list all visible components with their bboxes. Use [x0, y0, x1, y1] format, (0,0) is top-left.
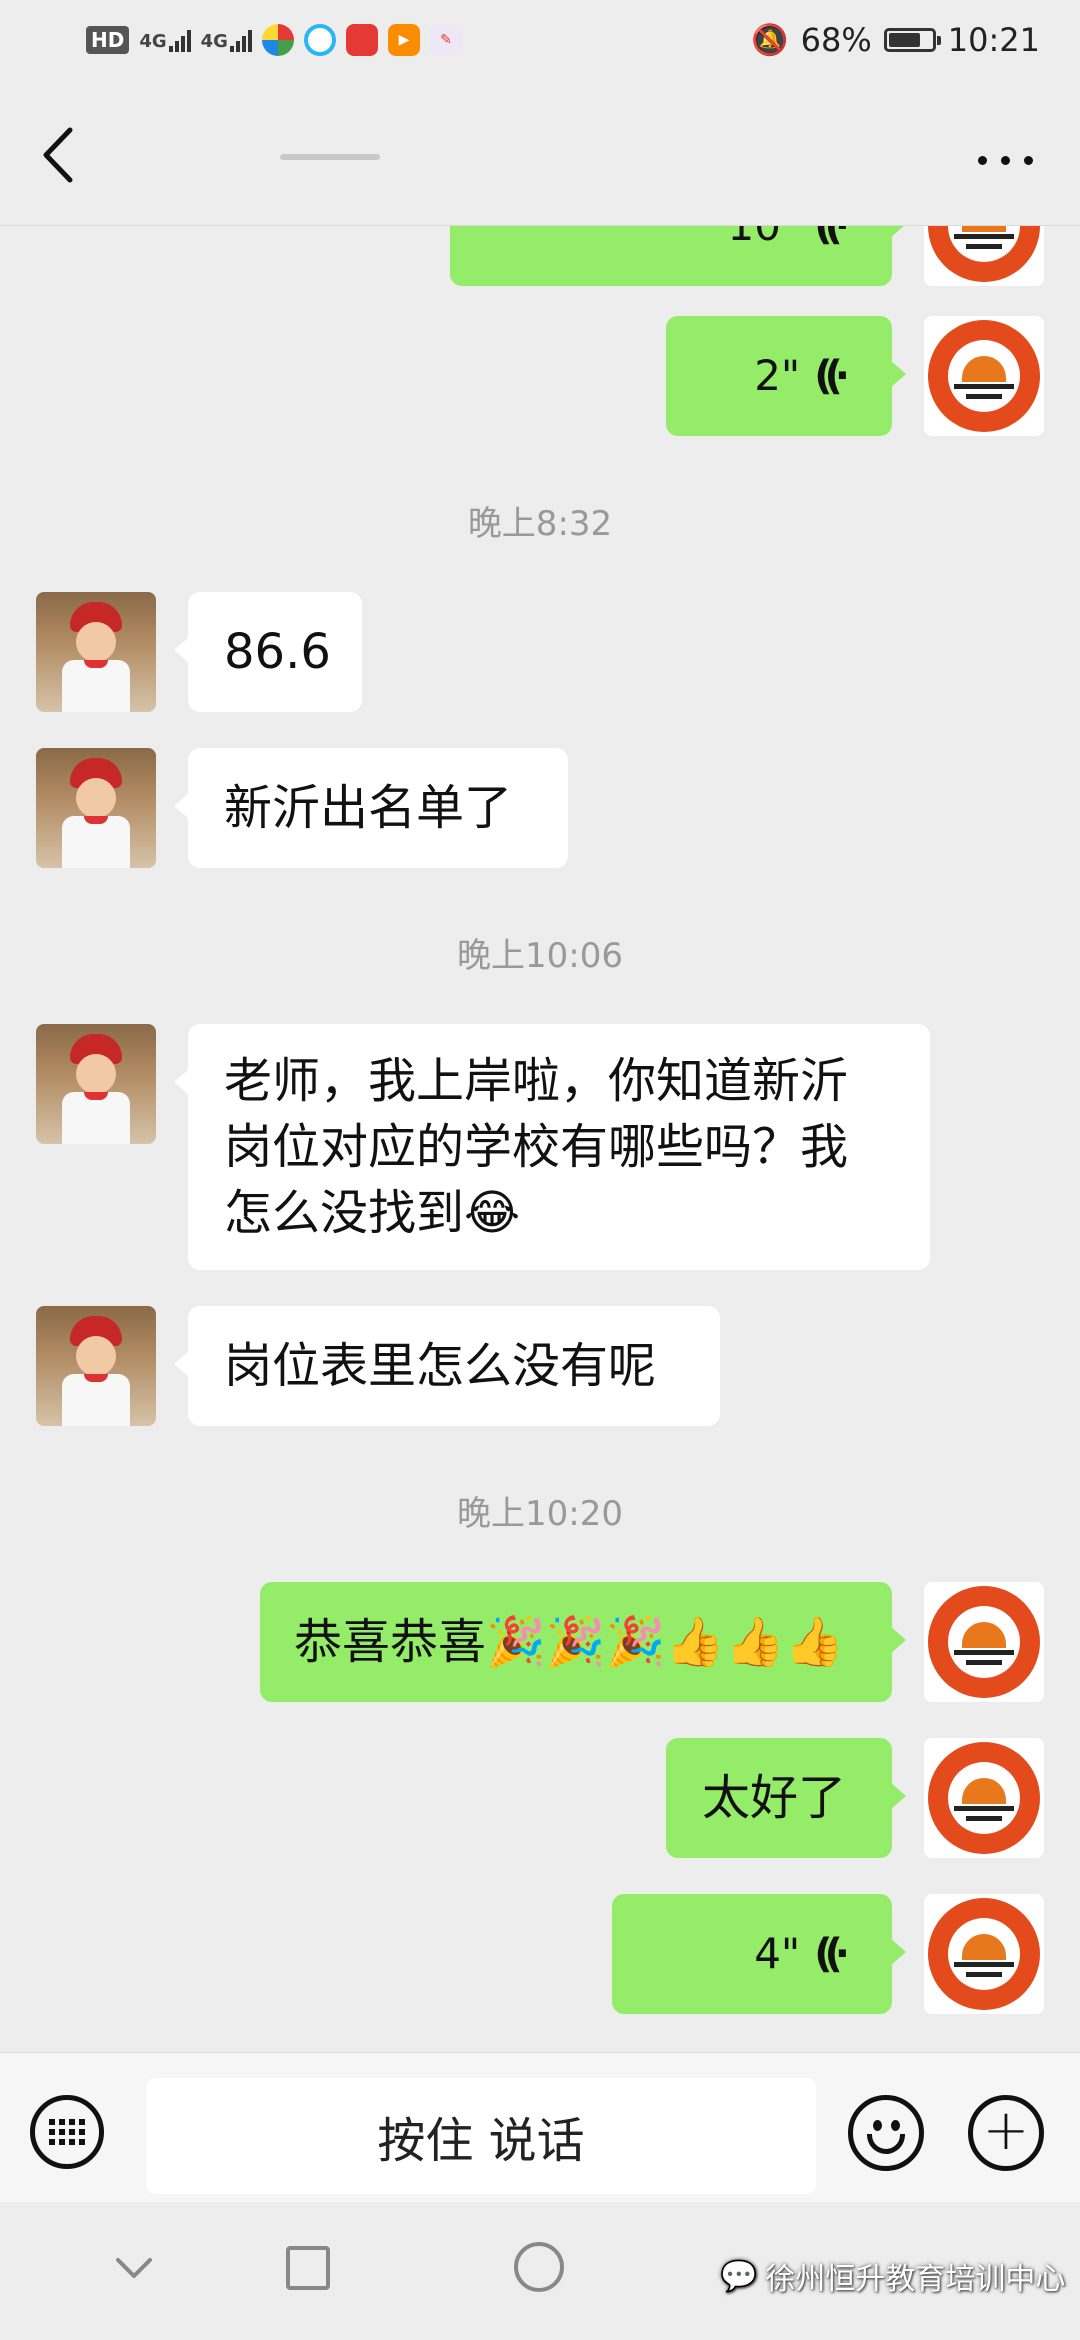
message-text: 86.6 — [0, 592, 1080, 712]
nav-back-icon[interactable] — [112, 2246, 156, 2290]
more-dot — [1000, 155, 1010, 165]
avatar-self[interactable] — [924, 1738, 1044, 1858]
voice-bubble[interactable]: 10" ((· — [450, 226, 906, 286]
avatar-self[interactable] — [924, 1894, 1044, 2014]
voice-duration: 2" — [754, 351, 801, 400]
network-type-label: 4G — [200, 31, 228, 52]
signal-bars-icon — [229, 28, 252, 52]
timestamp: 晚上10:20 — [457, 1494, 623, 1534]
hd-badge: HD — [86, 26, 130, 54]
system-nav-bar: 💬 徐州恒升教育培训中心 — [0, 2202, 1080, 2340]
more-button[interactable] — [970, 140, 1040, 180]
signal-4g-2: 4G — [201, 28, 252, 52]
message-voice-1: 2" ((· — [0, 316, 1080, 436]
huawei-app-icon — [345, 24, 378, 56]
message-text: 恭喜恭喜🎉🎉🎉👍👍👍 — [0, 1582, 1080, 1702]
wechat-icon: 💬 — [720, 2258, 758, 2294]
keyboard-toggle-button[interactable] — [30, 2095, 104, 2169]
voice-duration: 4" — [754, 1929, 801, 1978]
watermark: 💬 徐州恒升教育培训中心 — [720, 2254, 1065, 2298]
more-dot — [1023, 155, 1033, 165]
text-bubble[interactable]: 新沂出名单了 — [174, 748, 568, 868]
status-right: 🔕 68% 10:21 — [751, 18, 1040, 62]
smiley-mouth — [867, 2134, 905, 2154]
status-bar: HD 4G 4G ▶ ✎ 🔕 68% 10:21 — [0, 0, 1080, 80]
more-actions-button[interactable]: + — [968, 2095, 1044, 2171]
mute-bell-icon: 🔕 — [751, 22, 789, 58]
signal-4g-1: 4G — [139, 28, 191, 52]
text-bubble[interactable]: 恭喜恭喜🎉🎉🎉👍👍👍 — [260, 1582, 906, 1702]
battery-percent: 68% — [800, 21, 872, 59]
chat-title-redacted — [180, 140, 780, 170]
message-text: 新沂出名单了 — [0, 748, 1080, 868]
video-app-icon: ▶ — [387, 24, 420, 56]
avatar-contact[interactable] — [36, 1306, 156, 1426]
timestamp: 晚上8:32 — [467, 504, 613, 544]
clock: 10:21 — [947, 21, 1040, 59]
emoji-button[interactable] — [848, 2095, 924, 2171]
hold-to-talk-button[interactable]: 按住 说话 — [146, 2078, 816, 2194]
nav-square-icon[interactable] — [286, 2246, 330, 2290]
avatar-contact[interactable] — [36, 748, 156, 868]
voice-wave-icon: ((· — [814, 353, 850, 399]
avatar-self[interactable] — [924, 316, 1044, 436]
voice-wave-icon: ((· — [814, 226, 850, 249]
feather-app-icon: ✎ — [429, 24, 462, 56]
text-bubble[interactable]: 岗位表里怎么没有呢 — [174, 1306, 720, 1426]
avatar-contact[interactable] — [36, 1024, 156, 1144]
message-text: 太好了 — [0, 1738, 1080, 1858]
message-voice-2: 4" ((· — [0, 1894, 1080, 2014]
message-voice-0: 10" ((· — [0, 226, 1080, 286]
avatar-self[interactable] — [924, 226, 1044, 286]
watermark-text: 徐州恒升教育培训中心 — [765, 2262, 1066, 2297]
smiley-eye — [891, 2120, 900, 2131]
voice-wave-icon: ((· — [814, 1931, 850, 1977]
voice-bubble[interactable]: 4" ((· — [612, 1894, 906, 2014]
text-bubble[interactable]: 86.6 — [174, 592, 362, 712]
message-text: 老师，我上岸啦，你知道新沂岗位对应的学校有哪些吗？我怎么没找到😂 — [0, 1024, 1080, 1270]
more-dots-icon — [977, 155, 987, 165]
signal-bars-icon — [168, 28, 191, 52]
redacted-name — [280, 154, 380, 160]
keyboard-icon — [49, 2119, 85, 2145]
text-bubble[interactable]: 老师，我上岸啦，你知道新沂岗位对应的学校有哪些吗？我怎么没找到😂 — [174, 1024, 930, 1270]
chevron-left-icon — [43, 127, 73, 183]
network-type-label: 4G — [139, 31, 167, 52]
back-button[interactable] — [30, 120, 90, 190]
avatar-contact[interactable] — [36, 592, 156, 712]
nav-circle-icon[interactable] — [514, 2242, 564, 2292]
timestamp: 晚上10:06 — [457, 936, 623, 976]
status-left: HD 4G 4G ▶ ✎ — [86, 20, 462, 60]
browser-notification-icon — [303, 24, 336, 56]
app-notification-icon — [261, 24, 294, 56]
voice-bubble[interactable]: 2" ((· — [666, 316, 906, 436]
chat-messages[interactable]: 10"((· 2"((· 晚上8:32 86.6 新沂出名单了 晚上10:06 … — [0, 226, 1080, 2052]
smiley-icon — [873, 2120, 882, 2131]
message-text: 岗位表里怎么没有呢 — [0, 1306, 1080, 1426]
text-bubble[interactable]: 太好了 — [666, 1738, 906, 1858]
voice-duration: 10" — [727, 226, 800, 259]
input-bar: 按住 说话 + — [0, 2052, 1080, 2203]
avatar-self[interactable] — [924, 1582, 1044, 1702]
battery-icon — [883, 28, 941, 52]
chat-header — [0, 80, 1080, 226]
